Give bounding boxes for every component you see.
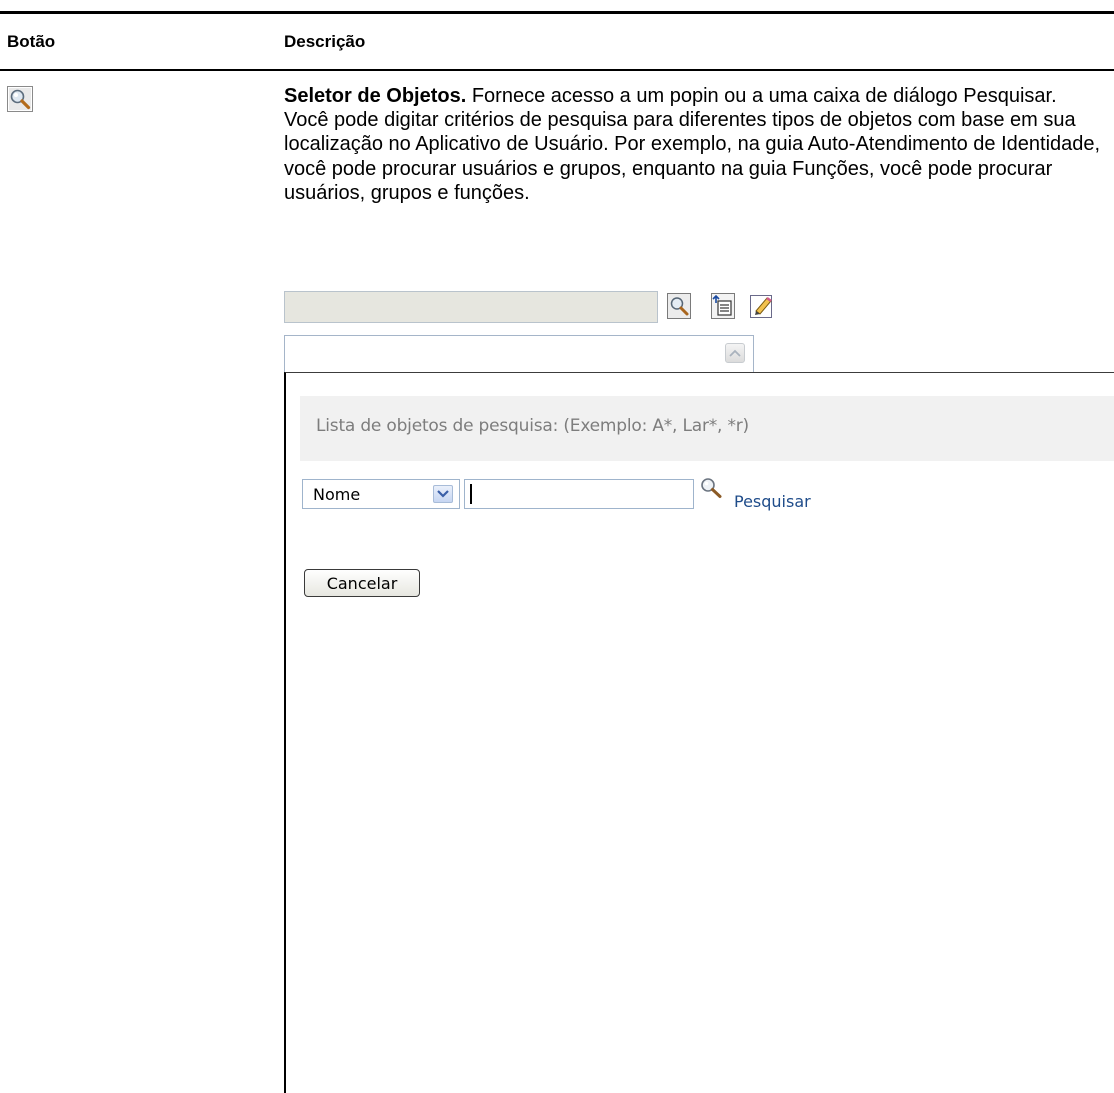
search-input[interactable] [464,479,694,509]
search-link[interactable]: Pesquisar [734,492,811,511]
scroll-up-button[interactable] [725,343,745,363]
attribute-select-value: Nome [313,485,361,504]
cancel-button[interactable]: Cancelar [304,569,420,597]
popin-header: Lista de objetos de pesquisa: (Exemplo: … [300,396,1114,461]
header-rule [0,69,1114,71]
search-popin: Lista de objetos de pesquisa: (Exemplo: … [284,372,1114,1093]
selected-objects-list[interactable] [284,335,754,373]
chevron-up-icon [729,349,741,357]
reset-icon[interactable] [750,293,774,319]
chevron-down-icon[interactable] [433,485,453,503]
object-selector-field[interactable] [284,291,658,323]
table-top-rule [0,11,1114,14]
description-title: Seletor de Objetos. [284,85,467,107]
column-header-description: Descrição [284,32,366,51]
text-caret [470,484,472,504]
attribute-select[interactable]: Nome [302,479,460,509]
magnifier-icon[interactable] [698,476,726,502]
column-header-button: Botão [7,32,56,51]
search-icon[interactable] [667,293,691,319]
history-icon[interactable] [711,293,735,319]
row-description: Seletor de Objetos. Fornece acesso a um … [284,84,1104,205]
magnifier-search-icon [7,86,33,112]
popin-title: Lista de objetos de pesquisa: (Exemplo: … [316,416,749,436]
